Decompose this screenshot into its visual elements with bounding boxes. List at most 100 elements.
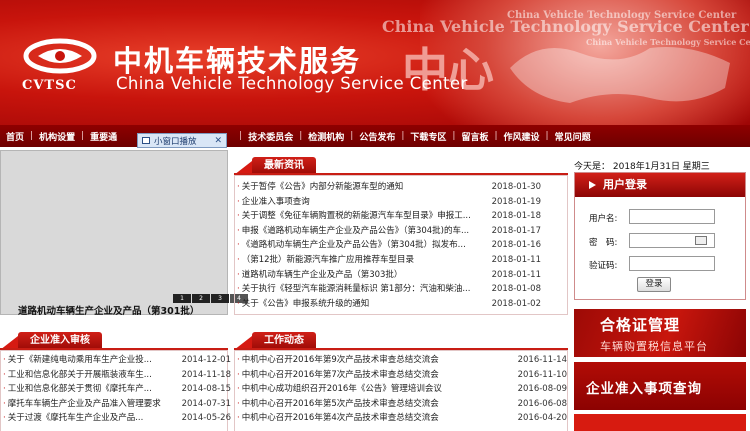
list-item-date: 2018-01-17 (491, 225, 541, 236)
bullet-icon: · (237, 211, 240, 222)
list-item[interactable]: · 企业准入事项查询 2018-01-19 (237, 195, 541, 210)
nav-item-faq[interactable]: 常见问题 (549, 130, 597, 143)
list-item[interactable]: · 关于执行《轻型汽车能源消耗量标识 第1部分：汽油和柴油... 2018-01-0… (237, 282, 541, 297)
username-label: 用户名: (589, 214, 618, 224)
nav-item-conduct[interactable]: 作风建设 (498, 130, 546, 143)
slide-page-button[interactable]: 3 (211, 294, 229, 303)
list-item-title[interactable]: 关于暂停《公告》内部分新能源车型的通知 (242, 180, 490, 195)
list-item-title[interactable]: 企业准入事项查询 (242, 195, 490, 210)
captcha-label: 验证码: (589, 261, 618, 271)
extra-banner[interactable] (574, 414, 746, 431)
work-news-header: 工作动态 (234, 330, 568, 350)
nav-item-tech-committee[interactable]: 技术委员会 (242, 130, 299, 143)
list-item-date: 2018-01-11 (491, 254, 541, 265)
banner-ghost-text: China Vehicle Technology Service Center (586, 37, 750, 47)
bullet-icon: · (3, 413, 6, 424)
site-title-en: China Vehicle Technology Service Center (116, 74, 468, 93)
list-item[interactable]: · 道路机动车辆生产企业及产品（第303批） 2018-01-11 (237, 268, 541, 283)
list-item-date: 2014-08-15 (181, 384, 231, 395)
list-item[interactable]: · 关于过渡《摩托车生产企业及产品... 2014-05-26 (3, 411, 231, 426)
list-item[interactable]: · 关于调整《免征车辆购置税的新能源汽车车型目录》申报工... 2018-01-18 (237, 209, 541, 224)
ad-query-title: 企业准入事项查询 (586, 381, 702, 397)
list-item-title[interactable]: 中机中心召开2016年第5次产品技术审查总结交流会 (242, 397, 502, 412)
list-item-date: 2018-01-11 (491, 269, 541, 280)
list-item-title[interactable]: 工业和信息化部关于贯彻《摩托车产... (8, 382, 166, 397)
list-item-title[interactable]: 《道路机动车辆生产企业及产品公告》（第304批）拟发布... (242, 238, 490, 253)
list-item[interactable]: · 关于暂停《公告》内部分新能源车型的通知 2018-01-30 (237, 180, 541, 195)
certificate-management-banner[interactable]: 合格证管理 车辆购置税信息平台 (574, 309, 746, 357)
list-item-title[interactable]: 工业和信息化部关于开展瓶装液车生... (8, 368, 166, 383)
list-item-title[interactable]: 摩托车车辆生产企业及产品准入管理要求 (8, 397, 166, 412)
mini-window-popup[interactable]: 小窗口播放 ✕ (137, 133, 227, 148)
list-item-title[interactable]: 关于执行《轻型汽车能源消耗量标识 第1部分：汽油和柴油... (242, 282, 490, 297)
nav-item-test-agencies[interactable]: 检测机构 (302, 130, 350, 143)
nav-item-home[interactable]: 首页 (0, 130, 30, 143)
bullet-icon: · (3, 369, 6, 380)
list-item-title[interactable]: 道路机动车辆生产企业及产品（第303批） (242, 268, 490, 283)
list-item-title[interactable]: 中机中心召开2016年第9次产品技术审查总结交流会 (242, 353, 502, 368)
login-panel: 用户登录 用户名: 密 码: 验证码: 登录 (574, 172, 746, 300)
list-item-title[interactable]: （第12批）新能源汽车推广应用推荐车型目录 (242, 253, 490, 268)
login-button[interactable]: 登录 (637, 277, 671, 292)
window-icon (142, 137, 150, 144)
logo-text: CVTSC (22, 78, 77, 93)
list-item-date: 2014-05-26 (181, 413, 231, 424)
list-item-title[interactable]: 关于调整《免征车辆购置税的新能源汽车车型目录》申报工... (242, 209, 490, 224)
keyboard-icon[interactable] (695, 236, 707, 245)
login-header: 用户登录 (575, 173, 745, 197)
bullet-icon: · (237, 269, 240, 280)
slide-page-button[interactable]: 2 (192, 294, 210, 303)
ad-cert-title: 合格证管理 (600, 316, 681, 334)
list-item-title[interactable]: 中机中心召开2016年第7次产品技术审查总结交流会 (242, 368, 502, 383)
main-nav: 首页 | 机构设置 | 重要通 | 技术委员会 | 检测机构 | 公告发布 | 下载专区 |… (0, 125, 750, 147)
list-item-date: 2018-01-18 (491, 211, 541, 222)
list-item[interactable]: · 中机中心召开2016年第4次产品技术审查总结交流会 2016-04-20 (237, 411, 567, 426)
list-item[interactable]: · 申报《道路机动车辆生产企业及产品公告》（第304批)的车... 2018-01-… (237, 224, 541, 239)
list-item-title[interactable]: 关于《公告》申报系统升级的通知 (242, 297, 490, 312)
list-item-title[interactable]: 关于过渡《摩托车生产企业及产品... (8, 411, 166, 426)
list-item[interactable]: · 摩托车车辆生产企业及产品准入管理要求 2014-07-31 (3, 397, 231, 412)
list-item[interactable]: · 中机中心召开2016年第9次产品技术审查总结交流会 2016-11-14 (237, 353, 567, 368)
nav-item-notices[interactable]: 重要通 (84, 130, 123, 143)
bullet-icon: · (237, 355, 240, 365)
list-item-date: 2016-06-08 (517, 398, 567, 409)
bullet-icon: · (3, 355, 6, 365)
list-item-title[interactable]: 中机中心召开2016年第4次产品技术审查总结交流会 (242, 411, 502, 426)
list-item-title[interactable]: 关于《新建纯电动乘用车生产企业投... (8, 353, 166, 368)
arrow-icon (589, 181, 596, 189)
access-query-banner[interactable]: 企业准入事项查询 (574, 362, 746, 410)
list-item[interactable]: · 关于《公告》申报系统升级的通知 2018-01-02 (237, 297, 541, 312)
slideshow-image[interactable] (0, 150, 228, 315)
list-item[interactable]: · 工业和信息化部关于开展瓶装液车生... 2014-11-18 (3, 368, 231, 383)
list-item-date: 2014-07-31 (181, 398, 231, 409)
nav-item-guestbook[interactable]: 留言板 (455, 130, 494, 143)
username-input[interactable] (629, 209, 715, 224)
captcha-input[interactable] (629, 256, 715, 271)
list-item-date: 2018-01-08 (491, 284, 541, 295)
list-item[interactable]: · 中机中心召开2016年第7次产品技术审查总结交流会 2016-11-10 (237, 368, 567, 383)
latest-news-header: 最新资讯 (234, 155, 568, 175)
bullet-icon: · (3, 398, 6, 409)
close-icon[interactable]: ✕ (214, 136, 222, 146)
list-item[interactable]: · 中机中心成功组织召开2016年《公告》管理培训会议 2016-08-09 (237, 382, 567, 397)
list-item-date: 2018-01-19 (491, 196, 541, 207)
slideshow-caption[interactable]: 道路机动车辆生产企业及产品（第301批） (18, 303, 199, 317)
nav-item-downloads[interactable]: 下载专区 (404, 130, 452, 143)
bullet-icon: · (237, 298, 240, 309)
bullet-icon: · (237, 413, 240, 424)
slide-page-button[interactable]: 1 (173, 294, 191, 303)
list-item-date: 2014-11-18 (181, 369, 231, 380)
list-item-title[interactable]: 中机中心成功组织召开2016年《公告》管理培训会议 (242, 382, 502, 397)
nav-item-org[interactable]: 机构设置 (33, 130, 81, 143)
list-item[interactable]: · 《道路机动车辆生产企业及产品公告》（第304批）拟发布... 2018-01-1… (237, 238, 541, 253)
list-item-date: 2018-01-30 (491, 182, 541, 192)
nav-item-announcements[interactable]: 公告发布 (353, 130, 401, 143)
list-item-date: 2018-01-16 (491, 240, 541, 251)
bullet-icon: · (237, 369, 240, 380)
list-item[interactable]: · 关于《新建纯电动乘用车生产企业投... 2014-12-01 (3, 353, 231, 368)
list-item-title[interactable]: 申报《道路机动车辆生产企业及产品公告》（第304批)的车... (242, 224, 490, 239)
bullet-icon: · (237, 182, 240, 192)
list-item[interactable]: · 工业和信息化部关于贯彻《摩托车产... 2014-08-15 (3, 382, 231, 397)
list-item[interactable]: · 中机中心召开2016年第5次产品技术审查总结交流会 2016-06-08 (237, 397, 567, 412)
list-item[interactable]: · （第12批）新能源汽车推广应用推荐车型目录 2018-01-11 (237, 253, 541, 268)
